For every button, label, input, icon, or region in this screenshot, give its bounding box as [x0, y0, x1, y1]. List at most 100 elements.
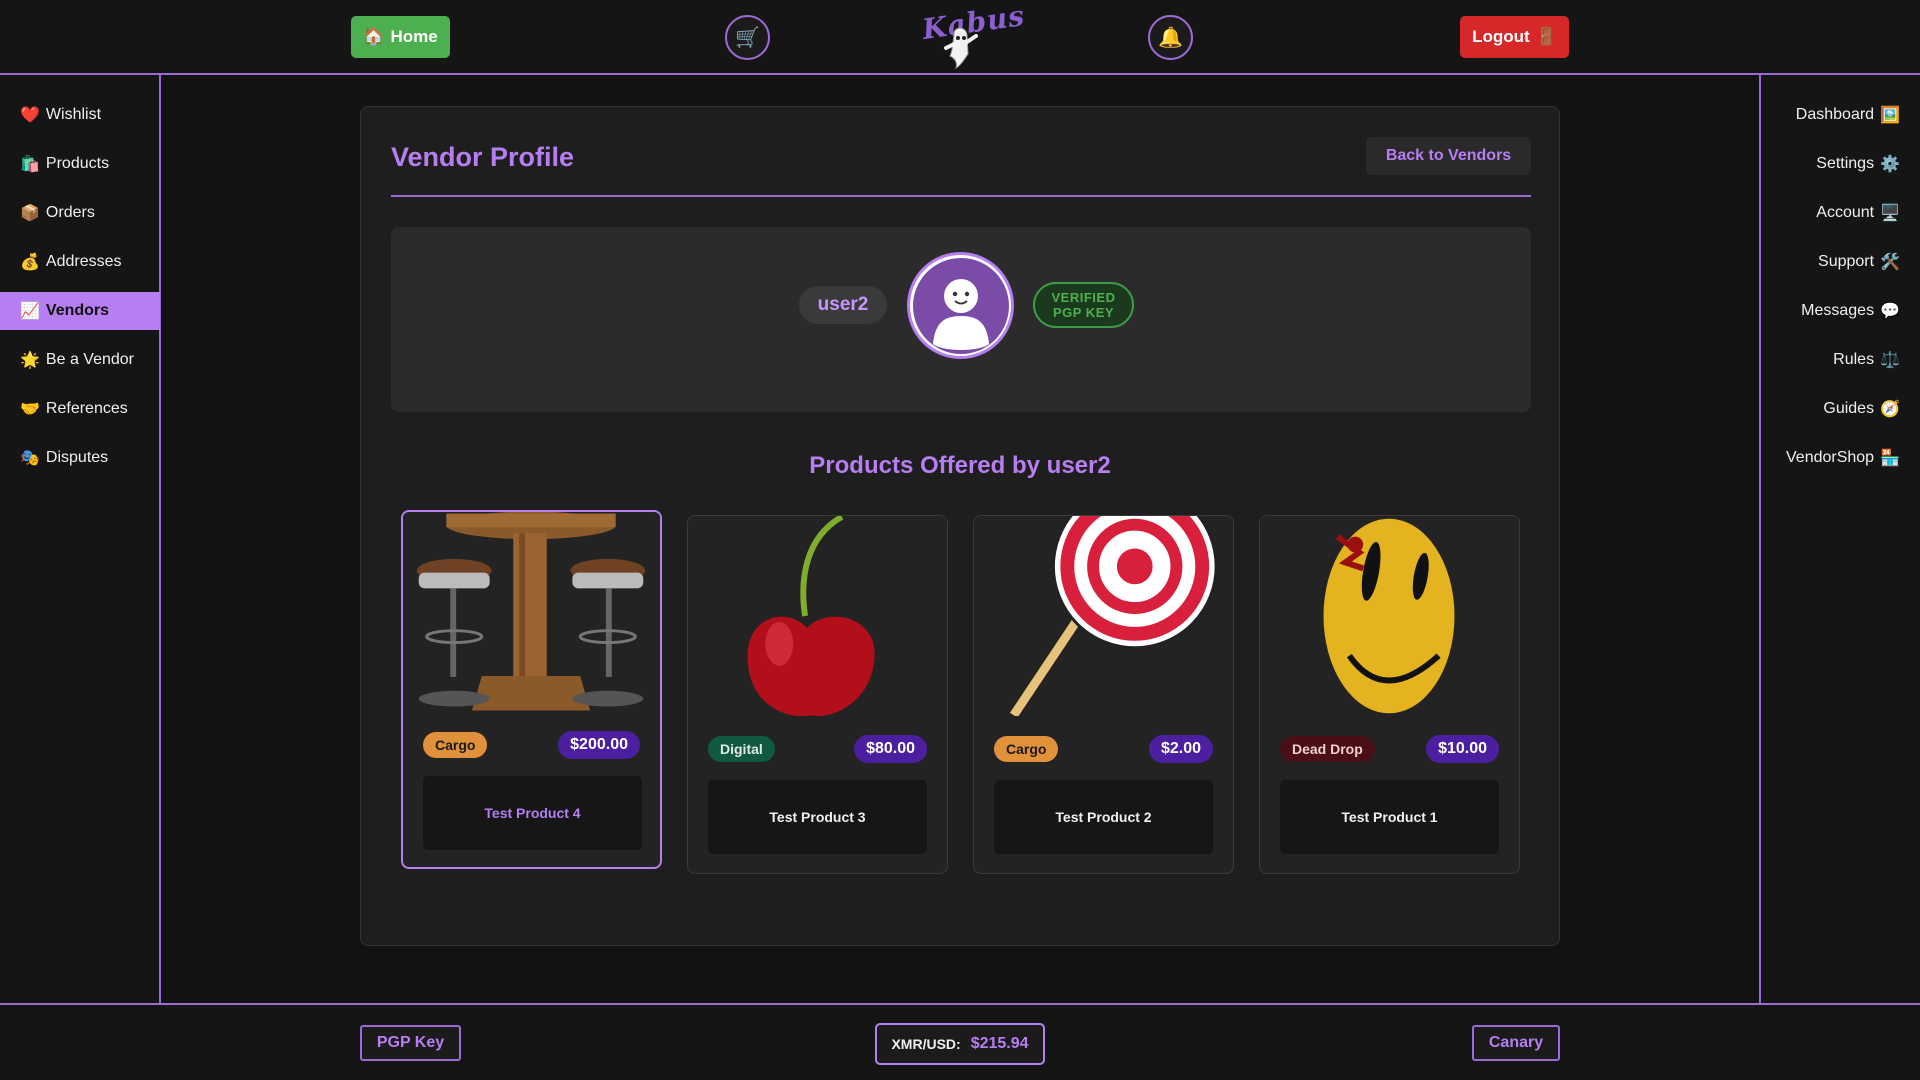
picture-icon: 🖼️: [1880, 107, 1900, 124]
lollipop-image: [974, 516, 1233, 716]
cherry-image: [688, 516, 947, 716]
sidebar-item-label: VendorShop: [1786, 449, 1875, 466]
sidebar-item-label: Disputes: [45, 449, 109, 466]
notifications-button[interactable]: 🔔: [1148, 15, 1193, 60]
sidebar-item-label: Be a Vendor: [45, 351, 134, 368]
avatar: [907, 252, 1014, 359]
sidebar-item-label: Guides: [1823, 400, 1875, 417]
bell-icon: 🔔: [1158, 27, 1183, 49]
price-badge: $200.00: [558, 731, 640, 759]
page-title: Vendor Profile: [391, 142, 575, 172]
product-name-button[interactable]: Test Product 2: [994, 780, 1213, 854]
sidebar-item-label: Vendors: [45, 302, 110, 319]
ghost-avatar-icon: [912, 257, 1009, 354]
vendor-profile-panel: Vendor Profile Back to Vendors user2 VER…: [360, 106, 1560, 946]
product-name-button[interactable]: Test Product 4: [423, 776, 642, 850]
top-bar: 🏠 Home 🛒 Kabus 🔔 Logout 🚪: [0, 0, 1920, 75]
compass-icon: 🧭: [1880, 401, 1900, 418]
cart-icon: 🛒: [735, 27, 760, 49]
home-icon: 🏠: [363, 27, 385, 46]
price-badge: $80.00: [854, 735, 927, 763]
computer-icon: 🖥️: [1880, 205, 1900, 222]
canary-button[interactable]: Canary: [1472, 1025, 1560, 1061]
site-logo[interactable]: Kabus: [920, 0, 1027, 70]
heart-icon: ❤️: [20, 107, 40, 124]
profile-card: user2 VERIFIED PGP KEY: [391, 227, 1531, 412]
masks-icon: 🎭: [20, 450, 40, 467]
home-label: Home: [390, 27, 438, 46]
sidebar-item-label: Account: [1816, 204, 1875, 221]
username-badge: user2: [799, 286, 887, 324]
handshake-icon: 🤝: [20, 401, 40, 418]
tools-icon: 🛠️: [1880, 254, 1900, 271]
sidebar-item-label: Dashboard: [1795, 106, 1875, 123]
sidebar-item-guides[interactable]: Guides 🧭: [1761, 390, 1920, 428]
logout-button[interactable]: Logout 🚪: [1460, 16, 1569, 58]
left-sidebar: ❤️ Wishlist 🛍️ Products 📦 Orders 💰 Addre…: [0, 75, 161, 1003]
bar-table-with-stools-image: [403, 512, 660, 712]
scales-icon: ⚖️: [1880, 352, 1900, 369]
title-divider: [391, 195, 1531, 197]
package-icon: 📦: [20, 205, 40, 222]
gear-icon: ⚙️: [1880, 156, 1900, 173]
verified-pgp-badge: VERIFIED PGP KEY: [1033, 282, 1134, 328]
sidebar-item-messages[interactable]: Messages 💬: [1761, 292, 1920, 330]
sidebar-item-addresses[interactable]: 💰 Addresses: [0, 243, 160, 281]
cart-button[interactable]: 🛒: [725, 15, 770, 60]
sidebar-item-label: Settings: [1816, 155, 1875, 172]
sidebar-item-support[interactable]: Support 🛠️: [1761, 243, 1920, 281]
sidebar-item-label: Messages: [1801, 302, 1875, 319]
product-name-button[interactable]: Test Product 3: [708, 780, 927, 854]
sidebar-item-orders[interactable]: 📦 Orders: [0, 194, 160, 232]
sidebar-item-products[interactable]: 🛍️ Products: [0, 145, 160, 183]
sidebar-item-label: Support: [1818, 253, 1875, 270]
pgp-key-button[interactable]: PGP Key: [360, 1025, 461, 1061]
speech-bubble-icon: 💬: [1880, 303, 1900, 320]
star-icon: 🌟: [20, 352, 40, 369]
price-badge: $2.00: [1148, 735, 1213, 763]
sidebar-item-disputes[interactable]: 🎭 Disputes: [0, 439, 160, 477]
rate-value: $215.94: [970, 1035, 1029, 1052]
sidebar-item-rules[interactable]: Rules ⚖️: [1761, 341, 1920, 379]
product-card[interactable]: Dead Drop $10.00 Test Product 1: [1259, 515, 1520, 874]
product-name-button[interactable]: Test Product 1: [1280, 780, 1499, 854]
delivery-type-badge: Cargo: [423, 732, 488, 758]
sidebar-item-settings[interactable]: Settings ⚙️: [1761, 145, 1920, 183]
sidebar-item-label: Addresses: [45, 253, 122, 270]
sidebar-item-wishlist[interactable]: ❤️ Wishlist: [0, 96, 160, 134]
shopping-bags-icon: 🛍️: [20, 156, 40, 173]
product-card[interactable]: Digital $80.00 Test Product 3: [687, 515, 948, 874]
sidebar-item-label: Orders: [45, 204, 95, 221]
delivery-type-badge: Digital: [708, 736, 775, 762]
xmr-rate-display: XMR/USD: $215.94: [875, 1023, 1045, 1065]
verified-label: VERIFIED: [1051, 290, 1116, 305]
footer: PGP Key XMR/USD: $215.94 Canary: [0, 1003, 1920, 1080]
shop-icon: 🏪: [1880, 450, 1900, 467]
sidebar-item-label: Wishlist: [45, 106, 102, 123]
sidebar-item-vendorshop[interactable]: VendorShop 🏪: [1761, 439, 1920, 477]
sidebar-item-dashboard[interactable]: Dashboard 🖼️: [1761, 96, 1920, 134]
door-icon: 🚪: [1535, 27, 1557, 46]
sidebar-item-account[interactable]: Account 🖥️: [1761, 194, 1920, 232]
logout-label: Logout: [1472, 27, 1530, 46]
smiley-face-image: [1260, 516, 1519, 716]
sidebar-item-references[interactable]: 🤝 References: [0, 390, 160, 428]
product-card[interactable]: Cargo $2.00 Test Product 2: [973, 515, 1234, 874]
sidebar-item-label: Products: [45, 155, 110, 172]
delivery-type-badge: Dead Drop: [1280, 736, 1375, 762]
product-card[interactable]: Cargo $200.00 Test Product 4: [401, 510, 662, 869]
home-button[interactable]: 🏠 Home: [351, 16, 450, 58]
chart-icon: 📈: [20, 303, 40, 320]
sidebar-item-vendors[interactable]: 📈 Vendors: [0, 292, 160, 330]
ghost-mascot-icon: [944, 27, 978, 69]
delivery-type-badge: Cargo: [994, 736, 1059, 762]
rate-label: XMR/USD:: [891, 1036, 961, 1052]
back-to-vendors-button[interactable]: Back to Vendors: [1366, 137, 1531, 175]
price-badge: $10.00: [1426, 735, 1499, 763]
sidebar-item-label: References: [45, 400, 128, 417]
money-bag-icon: 💰: [20, 254, 40, 271]
products-heading: Products Offered by user2: [809, 452, 1111, 479]
pgp-key-label: PGP KEY: [1052, 305, 1115, 320]
sidebar-item-label: Rules: [1833, 351, 1875, 368]
sidebar-item-be-a-vendor[interactable]: 🌟 Be a Vendor: [0, 341, 160, 379]
